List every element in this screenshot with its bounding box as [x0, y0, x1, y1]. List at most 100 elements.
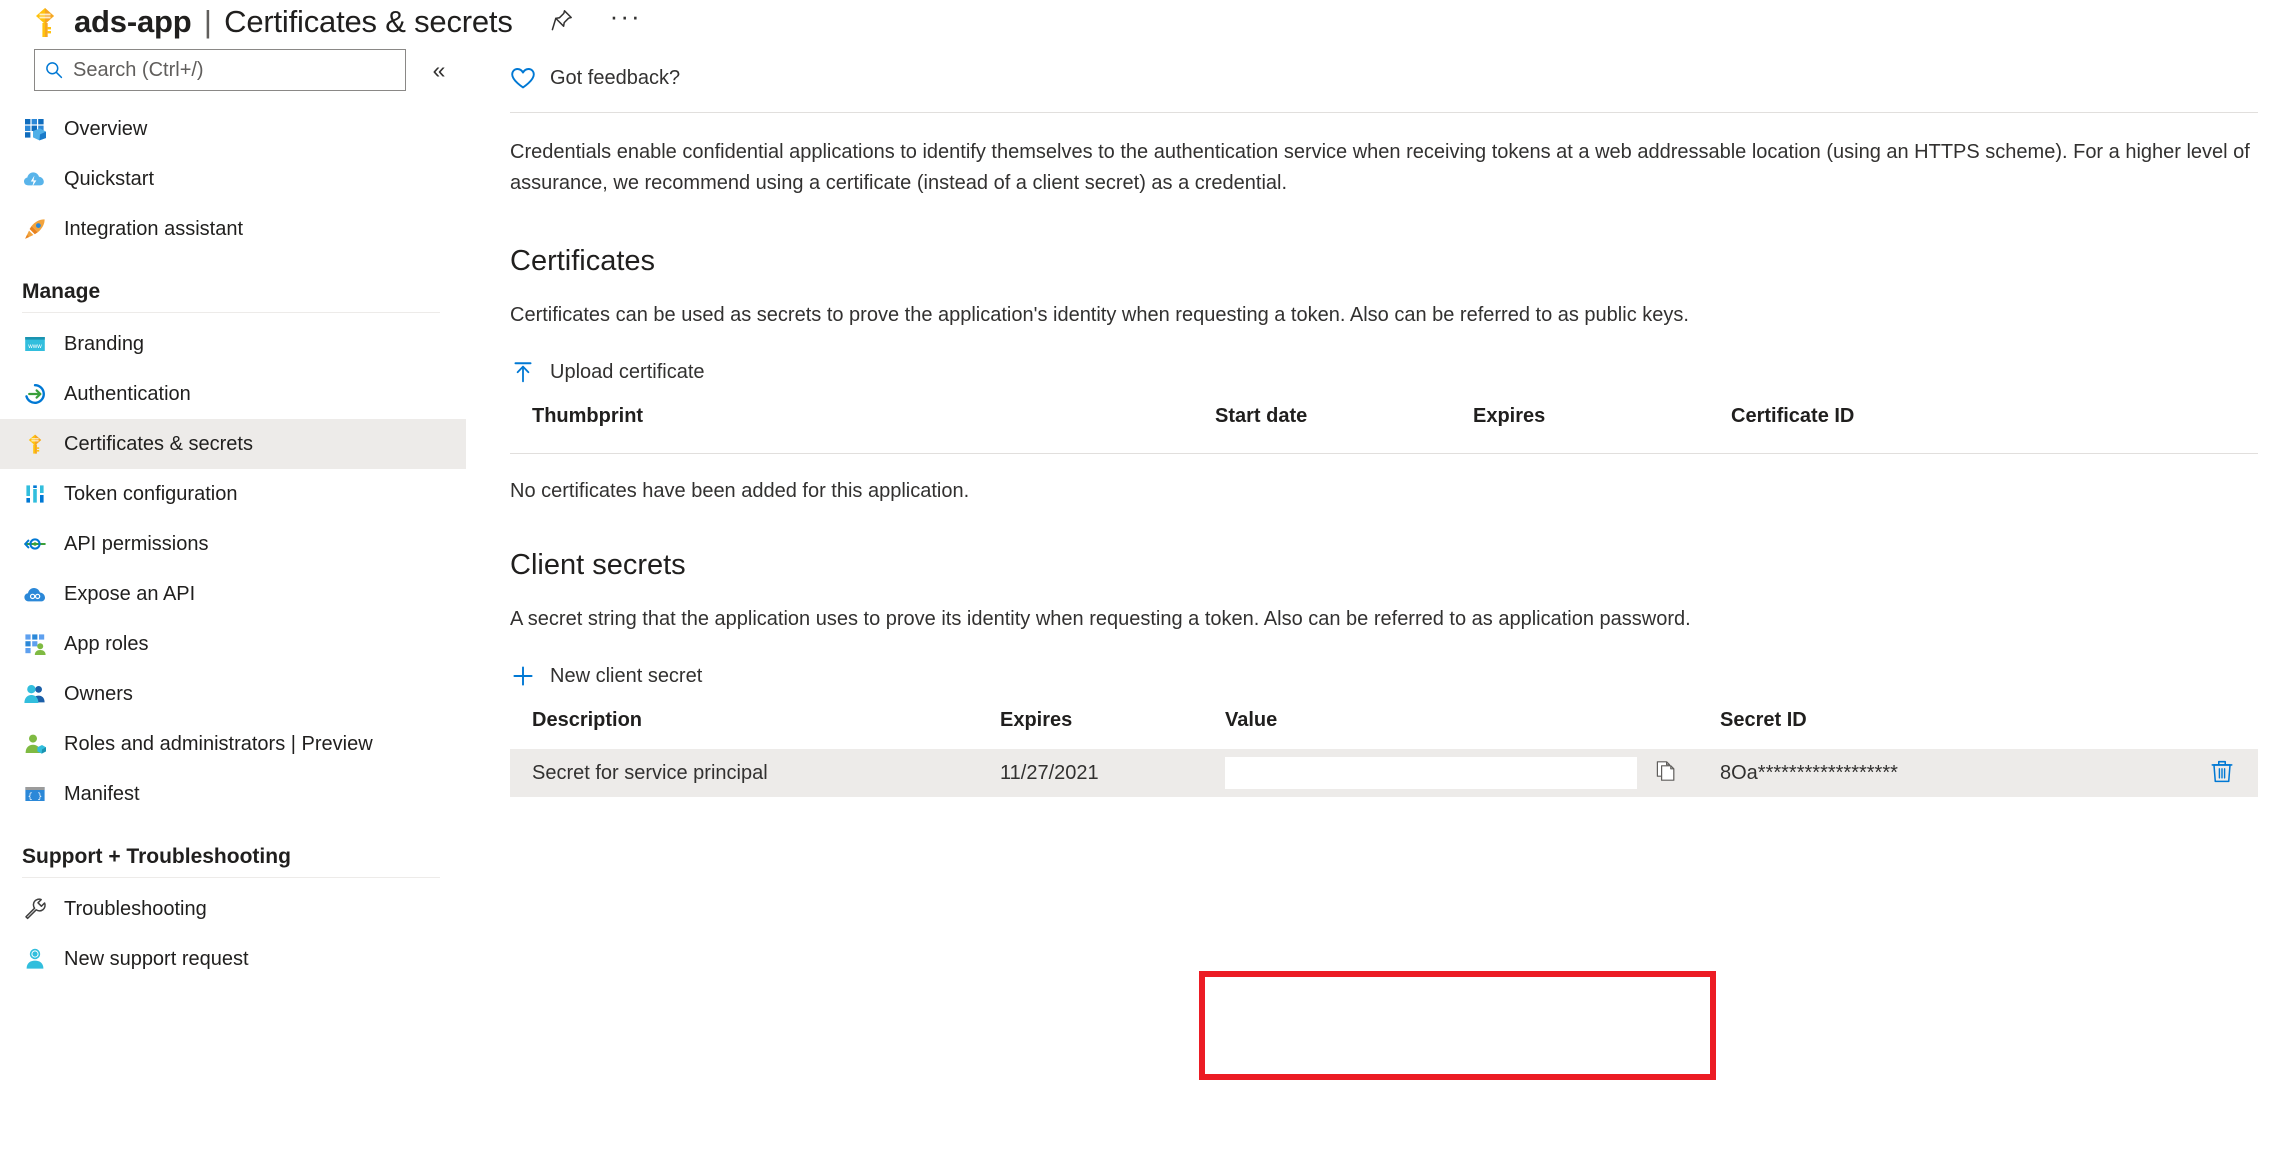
authentication-icon [22, 381, 48, 407]
secret-description: Secret for service principal [532, 761, 768, 784]
sidebar-item-manifest[interactable]: { } Manifest [0, 769, 466, 819]
collapse-sidebar-button[interactable]: « [424, 55, 454, 85]
chevron-double-left-icon: « [432, 56, 446, 83]
heart-icon [510, 66, 536, 90]
more-options-button[interactable]: ··· [610, 3, 641, 37]
client-secrets-section-title: Client secrets [510, 549, 686, 581]
column-header-value[interactable]: Value [1225, 709, 1720, 732]
sidebar-item-integration-assistant[interactable]: Integration assistant [0, 204, 466, 254]
sidebar-item-label: New support request [64, 947, 249, 970]
sidebar-item-overview[interactable]: Overview [0, 104, 466, 154]
sidebar-item-label: App roles [64, 632, 149, 655]
page-header: ads-app | Certificates & secrets ··· [0, 0, 2288, 44]
search-input[interactable] [73, 58, 383, 82]
sidebar-item-api-permissions[interactable]: API permissions [0, 519, 466, 569]
sidebar-item-label: Expose an API [64, 582, 196, 605]
key-icon [28, 5, 62, 39]
client-secrets-table: Description Expires Value Secret ID Secr… [510, 709, 2258, 797]
got-feedback-button[interactable]: Got feedback? [510, 48, 2258, 100]
sidebar-item-label: Owners [64, 682, 133, 705]
sidebar-item-owners[interactable]: Owners [0, 669, 466, 719]
certificates-empty-message: No certificates have been added for this… [510, 480, 970, 502]
client-secrets-section-description: A secret string that the application use… [510, 608, 1691, 630]
sidebar-group-support-title: Support + Troubleshooting [22, 845, 291, 868]
client-secrets-table-header: Description Expires Value Secret ID [510, 709, 2258, 749]
app-roles-icon [22, 631, 48, 657]
client-secret-value-cell [1225, 757, 1720, 789]
sidebar-item-app-roles[interactable]: App roles [0, 619, 466, 669]
sidebar-group-divider [22, 312, 440, 313]
sidebar-item-label: Overview [64, 117, 148, 140]
column-header-thumbprint[interactable]: Thumbprint [510, 405, 1215, 428]
sidebar-item-quickstart[interactable]: Quickstart [0, 154, 466, 204]
column-header-start-date[interactable]: Start date [1215, 405, 1473, 428]
copy-to-clipboard-button[interactable] [1651, 758, 1681, 788]
new-client-secret-label: New client secret [550, 664, 703, 687]
pin-icon [550, 8, 574, 37]
main-content: Got feedback? Credentials enable confide… [466, 48, 2288, 1152]
column-header-expires[interactable]: Expires [1000, 709, 1225, 732]
column-header-secret-id[interactable]: Secret ID [1720, 709, 2140, 732]
upload-arrow-icon [510, 359, 536, 385]
svg-text:www: www [27, 343, 42, 350]
got-feedback-label: Got feedback? [550, 66, 681, 89]
sidebar-item-label: API permissions [64, 532, 209, 555]
page-title-section: Certificates & secrets [224, 4, 513, 39]
sidebar-item-troubleshooting[interactable]: Troubleshooting [0, 884, 466, 934]
upload-certificate-label: Upload certificate [550, 360, 705, 383]
table-row[interactable]: Secret for service principal 11/27/2021 [510, 749, 2258, 797]
column-header-certificate-id[interactable]: Certificate ID [1731, 405, 2031, 428]
sidebar-group-divider [22, 877, 440, 878]
sidebar-item-label: Certificates & secrets [64, 432, 253, 455]
expose-api-icon [22, 581, 48, 607]
api-permissions-icon [22, 531, 48, 557]
page-title: ads-app | Certificates & secrets [74, 4, 513, 40]
token-icon [22, 481, 48, 507]
sidebar-item-label: Troubleshooting [64, 897, 207, 920]
search-icon [35, 60, 73, 80]
sidebar-group-manage-title: Manage [22, 280, 101, 303]
certificates-table-rule [510, 453, 2258, 454]
sidebar-nav: Overview Quickstart Integration assistan… [0, 104, 466, 984]
sidebar-item-branding[interactable]: www Branding [0, 319, 466, 369]
sidebar-item-label: Token configuration [64, 482, 238, 505]
column-header-expires[interactable]: Expires [1473, 405, 1731, 428]
pin-button[interactable] [547, 7, 577, 37]
manifest-icon: { } [22, 781, 48, 807]
sidebar-item-roles-and-administrators[interactable]: Roles and administrators | Preview [0, 719, 466, 769]
new-client-secret-button[interactable]: New client secret [510, 663, 702, 689]
sidebar-item-label: Manifest [64, 782, 140, 805]
trash-icon [2209, 758, 2235, 789]
key-icon [22, 431, 48, 457]
sidebar-item-label: Branding [64, 332, 145, 355]
svg-text:{ }: { } [28, 793, 42, 802]
delete-secret-button[interactable] [2208, 759, 2236, 787]
support-person-icon [22, 946, 48, 972]
certificates-table-header: Thumbprint Start date Expires Certificat… [510, 405, 2258, 445]
roles-admin-icon [22, 731, 48, 757]
sidebar-item-label: Quickstart [64, 167, 155, 190]
sidebar-item-new-support-request[interactable]: New support request [0, 934, 466, 984]
certificates-table: Thumbprint Start date Expires Certificat… [510, 405, 2258, 503]
sidebar-item-token-configuration[interactable]: Token configuration [0, 469, 466, 519]
quickstart-icon [22, 166, 48, 192]
secret-expires: 11/27/2021 [1000, 761, 1099, 784]
secret-value-input[interactable] [1225, 757, 1637, 789]
search-box[interactable] [34, 49, 406, 91]
certificates-section-title: Certificates [510, 245, 656, 277]
sidebar-item-expose-an-api[interactable]: Expose an API [0, 569, 466, 619]
sidebar: « Overview [0, 48, 466, 1152]
plus-icon [510, 663, 536, 689]
upload-certificate-button[interactable]: Upload certificate [510, 359, 705, 385]
page-title-separator: | [203, 4, 212, 39]
branding-icon: www [22, 331, 48, 357]
sidebar-search-row: « [0, 48, 466, 92]
page-title-app: ads-app [74, 4, 192, 39]
wrench-icon [22, 896, 48, 922]
sidebar-item-label: Integration assistant [64, 217, 243, 240]
sidebar-item-certificates-and-secrets[interactable]: Certificates & secrets [0, 419, 466, 469]
overview-icon [22, 116, 48, 142]
sidebar-item-authentication[interactable]: Authentication [0, 369, 466, 419]
column-header-description[interactable]: Description [510, 709, 1000, 732]
secret-id: 8Oa****************** [1720, 761, 1898, 784]
